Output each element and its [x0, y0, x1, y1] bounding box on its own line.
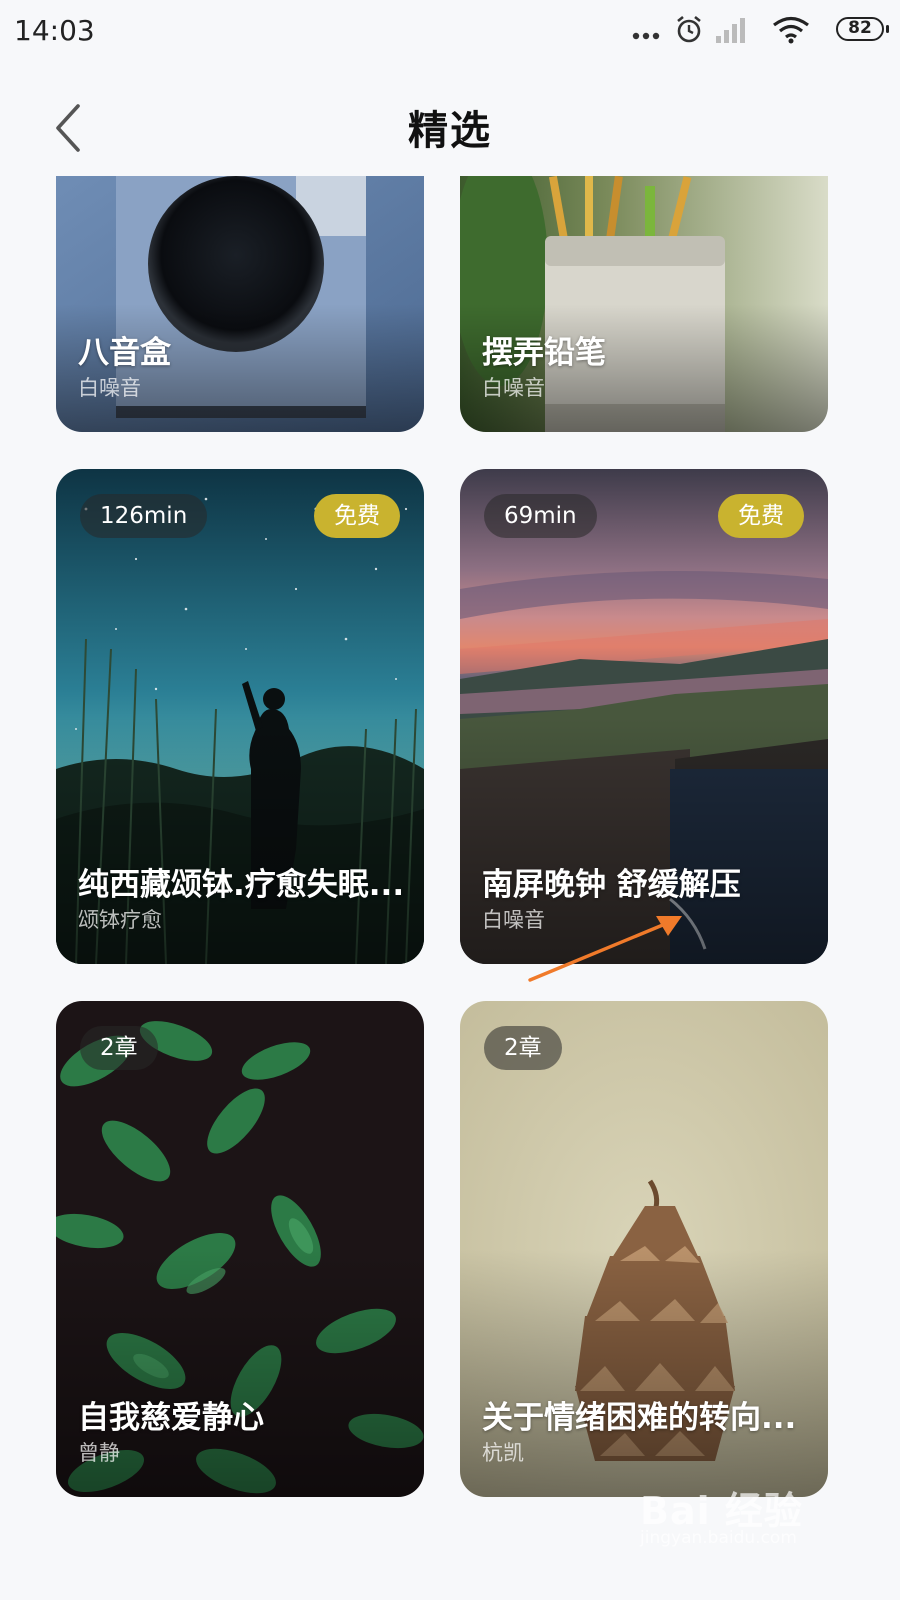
card-subtitle: 白噪音 [482, 908, 545, 932]
chapter-badge: 2章 [80, 1026, 158, 1070]
battery-icon: 82 [836, 17, 889, 41]
page-title: 精选 [408, 108, 492, 154]
card-title: 关于情绪困难的转向... [482, 1400, 797, 1436]
card-subtitle: 颂钵疗愈 [78, 908, 162, 932]
card-subtitle: 白噪音 [78, 376, 141, 400]
chapter-badge: 2章 [484, 1026, 562, 1070]
card-music-box[interactable]: 八音盒 白噪音 [56, 176, 424, 432]
signal-icon [714, 16, 748, 44]
card-evening-bell[interactable]: 69min 免费 南屏晚钟 舒缓解压 白噪音 [460, 469, 828, 964]
header: 精选 [0, 90, 900, 162]
card-subtitle: 曾静 [78, 1441, 120, 1465]
card-title: 八音盒 [78, 335, 171, 371]
duration-badge: 69min [484, 494, 597, 538]
card-title: 纯西藏颂钵.疗愈失眠... [78, 867, 405, 903]
watermark-logo: Bai 经验 [640, 1489, 803, 1533]
free-badge: 免费 [314, 494, 400, 538]
card-subtitle: 白噪音 [482, 376, 545, 400]
wifi-icon [772, 16, 810, 44]
card-pencils[interactable]: 摆弄铅笔 白噪音 [460, 176, 828, 432]
alarm-icon [674, 14, 704, 44]
card-subtitle: 杭凯 [482, 1441, 524, 1465]
duration-badge: 126min [80, 494, 208, 538]
card-title: 南屏晚钟 舒缓解压 [482, 867, 741, 903]
screen: 14:03 82 精选 八音盒 白噪音 摆弄铅笔 白噪音 126min 免费 纯… [0, 0, 900, 1600]
watermark-url: jingyan.baidu.com [640, 1528, 797, 1548]
card-self-compassion[interactable]: 2章 自我慈爱静心 曾静 [56, 1001, 424, 1497]
watermark: Bai 经验 jingyan.baidu.com [640, 1480, 840, 1560]
status-time: 14:03 [14, 14, 95, 47]
free-badge: 免费 [718, 494, 804, 538]
card-title: 自我慈爱静心 [78, 1400, 264, 1436]
more-dots-icon [632, 20, 662, 44]
card-title: 摆弄铅笔 [482, 335, 606, 371]
card-singing-bowl[interactable]: 126min 免费 纯西藏颂钵.疗愈失眠... 颂钵疗愈 [56, 469, 424, 964]
card-emotional-difficulty[interactable]: 2章 关于情绪困难的转向... 杭凯 [460, 1001, 828, 1497]
status-bar: 14:03 82 [0, 0, 900, 62]
